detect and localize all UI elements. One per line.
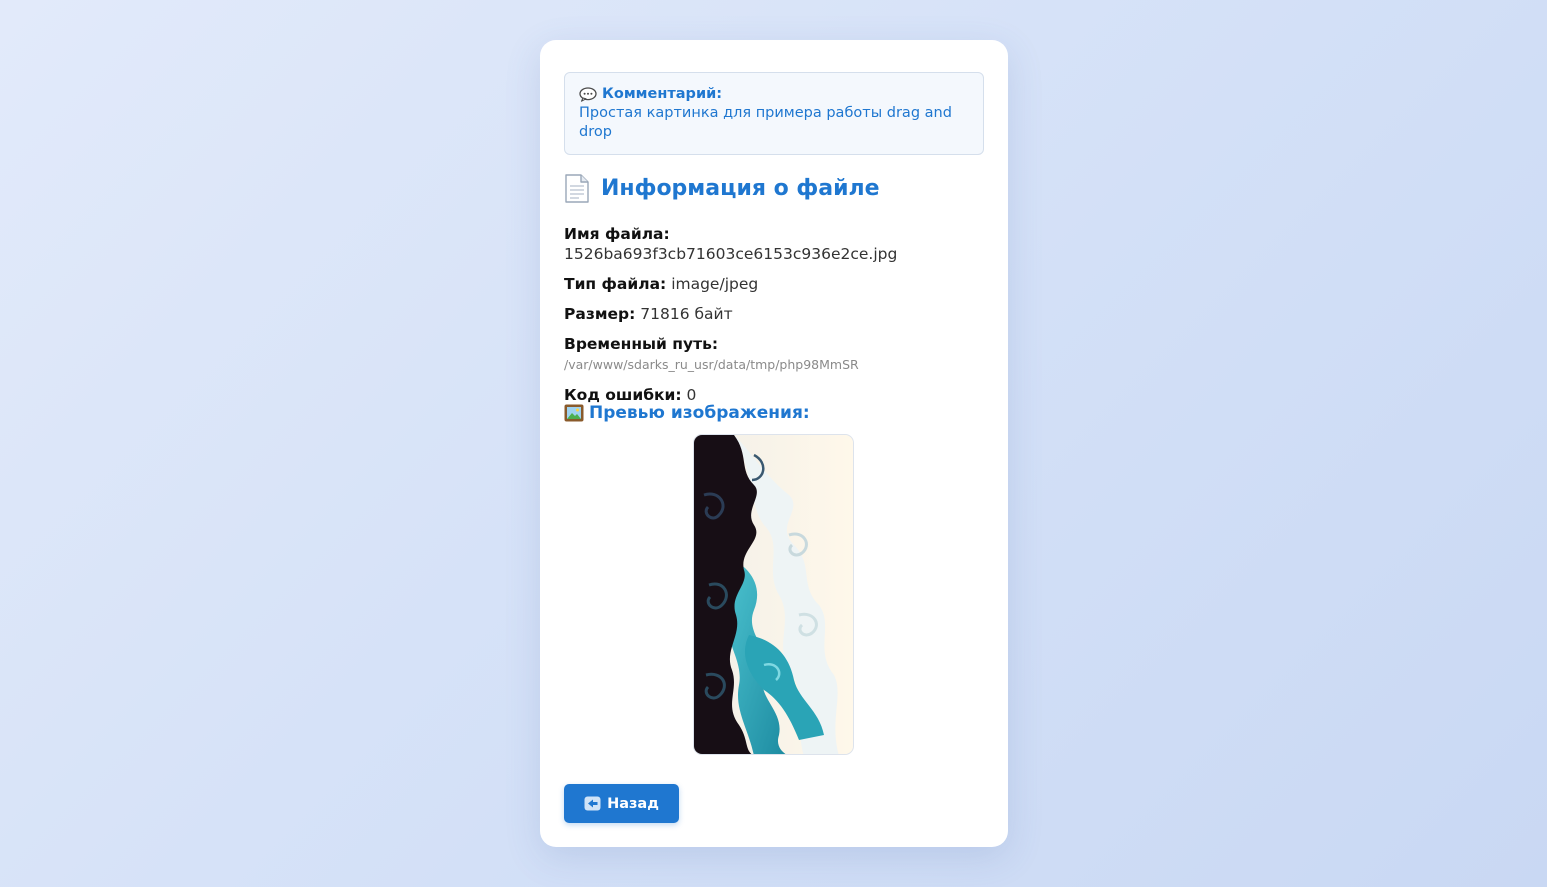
- framed-picture-icon: [564, 404, 584, 422]
- file-info-card: Комментарий: Простая картинка для пример…: [540, 40, 1008, 847]
- back-arrow-icon: [584, 796, 601, 811]
- file-info-list: Имя файла: 1526ba693f3cb71603ce6153c936e…: [564, 224, 988, 415]
- comment-title: Комментарий:: [602, 86, 723, 102]
- temp-path-value: /var/www/sdarks_ru_usr/data/tmp/php98MmS…: [564, 357, 859, 372]
- document-icon: [565, 174, 589, 203]
- file-name-row: Имя файла: 1526ba693f3cb71603ce6153c936e…: [564, 224, 988, 264]
- error-code-value: 0: [686, 386, 697, 404]
- file-size-value: 71816 байт: [640, 305, 733, 323]
- preview-title: Превью изображения:: [589, 403, 810, 423]
- file-info-title: Информация о файле: [601, 176, 880, 201]
- file-info-heading: Информация о файле: [564, 173, 880, 204]
- file-name-value: 1526ba693f3cb71603ce6153c936e2ce.jpg: [564, 245, 898, 263]
- speech-bubble-icon: [579, 87, 597, 102]
- back-button[interactable]: Назад: [564, 784, 679, 823]
- file-type-label: Тип файла:: [564, 275, 667, 293]
- file-type-row: Тип файла: image/jpeg: [564, 274, 988, 294]
- comment-header: Комментарий:: [579, 85, 969, 104]
- preview-heading: Превью изображения:: [564, 403, 810, 423]
- comment-box: Комментарий: Простая картинка для пример…: [564, 72, 984, 155]
- comment-text: Простая картинка для примера работы drag…: [579, 105, 952, 140]
- file-name-label: Имя файла:: [564, 225, 670, 243]
- error-code-row: Код ошибки: 0: [564, 385, 988, 405]
- temp-path-label: Временный путь:: [564, 335, 719, 353]
- temp-path-row: Временный путь: /var/www/sdarks_ru_usr/d…: [564, 334, 988, 375]
- file-size-row: Размер: 71816 байт: [564, 304, 988, 324]
- preview-image: [694, 435, 853, 754]
- file-size-label: Размер:: [564, 305, 636, 323]
- image-preview: [693, 434, 854, 755]
- back-button-label: Назад: [607, 795, 659, 812]
- error-code-label: Код ошибки:: [564, 386, 682, 404]
- file-type-value: image/jpeg: [671, 275, 759, 293]
